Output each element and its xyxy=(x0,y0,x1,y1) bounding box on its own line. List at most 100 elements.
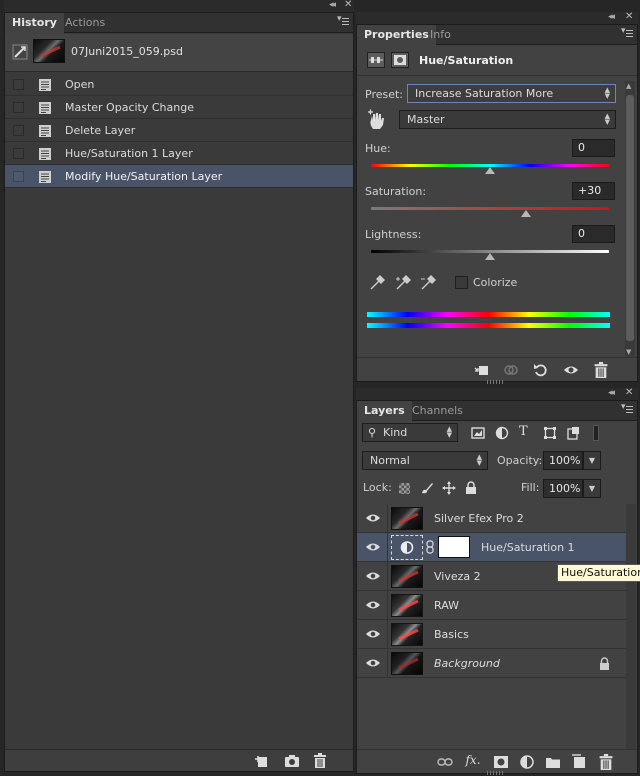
filter-pixel-layers-icon[interactable] xyxy=(471,426,485,440)
history-source-checkbox[interactable] xyxy=(13,79,24,90)
opacity-input[interactable]: 100% xyxy=(543,451,583,470)
adjustment-layer-icon[interactable] xyxy=(391,535,423,560)
new-document-from-state-icon[interactable] xyxy=(254,754,270,768)
add-layer-mask-icon[interactable] xyxy=(493,754,509,770)
scroll-up-icon[interactable]: ▲ xyxy=(626,82,631,90)
panel-menu-icon[interactable] xyxy=(337,14,349,27)
history-source-checkbox[interactable] xyxy=(13,171,24,182)
collapse-panel-icon[interactable]: ◂◂ xyxy=(608,388,615,398)
opacity-dropdown-icon[interactable]: ▼ xyxy=(583,451,601,470)
scroll-thumb[interactable] xyxy=(626,95,634,341)
layer-visibility-eye-icon[interactable] xyxy=(365,570,381,582)
layer-name[interactable]: RAW xyxy=(434,599,459,612)
collapse-panel-icon[interactable]: ◂◂ xyxy=(608,12,615,22)
layer-row[interactable]: Silver Efex Pro 2 xyxy=(357,504,627,533)
eyedropper-icon[interactable] xyxy=(369,275,385,291)
hue-value-input[interactable]: 0 xyxy=(572,139,615,157)
saturation-value-input[interactable]: +30 xyxy=(572,182,615,200)
lock-image-pixels-brush-icon[interactable] xyxy=(420,481,434,495)
history-snapshot[interactable]: 07Juni2015_059.psd xyxy=(5,34,353,72)
lock-position-move-icon[interactable] xyxy=(442,481,456,495)
reset-adjustment-icon[interactable] xyxy=(533,362,549,378)
layer-visibility-eye-icon[interactable] xyxy=(365,628,381,640)
eyedropper-plus-icon[interactable] xyxy=(395,275,411,291)
clip-to-layer-icon[interactable] xyxy=(473,362,489,378)
layer-row-selected[interactable]: Hue/Saturation 1 xyxy=(357,533,627,562)
layer-name[interactable]: Basics xyxy=(434,628,469,641)
channel-select[interactable]: Master ▲ ▼ xyxy=(399,110,616,129)
trash-icon[interactable] xyxy=(313,753,327,768)
history-step[interactable]: Open xyxy=(5,73,353,96)
history-source-checkbox[interactable] xyxy=(13,148,24,159)
filter-shape-layers-icon[interactable] xyxy=(543,426,557,440)
properties-scrollbar[interactable]: ▲ ▼ xyxy=(625,81,635,357)
colorize-checkbox[interactable] xyxy=(455,276,468,289)
layer-styles-fx-icon[interactable]: fx. xyxy=(465,753,481,769)
panel-menu-icon[interactable] xyxy=(621,26,633,39)
history-source-checkbox[interactable] xyxy=(13,102,24,113)
tab-channels[interactable]: Channels xyxy=(405,401,470,421)
preset-select[interactable]: Increase Saturation More ▲ ▼ xyxy=(407,84,616,103)
lock-all-icon[interactable] xyxy=(465,481,477,495)
panel-menu-icon[interactable] xyxy=(621,402,633,415)
saturation-slider-thumb[interactable] xyxy=(520,210,531,217)
mask-link-chain-icon[interactable] xyxy=(426,540,434,554)
fill-dropdown-icon[interactable]: ▼ xyxy=(583,479,601,498)
close-panel-icon[interactable]: ✕ xyxy=(344,0,352,10)
tab-actions[interactable]: Actions xyxy=(58,13,112,33)
filter-smart-objects-icon[interactable] xyxy=(566,426,580,440)
layer-name[interactable]: Silver Efex Pro 2 xyxy=(434,512,524,525)
targeted-adjustment-hand-icon[interactable] xyxy=(367,109,387,131)
toggle-visibility-eye-icon[interactable] xyxy=(563,362,579,378)
layer-visibility-eye-icon[interactable] xyxy=(365,599,381,611)
history-step[interactable]: Delete Layer xyxy=(5,119,353,142)
close-panel-icon[interactable]: ✕ xyxy=(625,387,633,398)
layer-filter-select[interactable]: ⚲ Kind ▲ ▼ xyxy=(362,423,458,442)
scroll-down-icon[interactable]: ▼ xyxy=(626,348,631,356)
properties-resize-grip[interactable] xyxy=(487,380,505,384)
layer-row[interactable]: Background xyxy=(357,649,627,678)
history-brush-icon[interactable] xyxy=(12,44,28,60)
blend-mode-select[interactable]: Normal ▲ ▼ xyxy=(362,451,488,470)
history-step[interactable]: Hue/Saturation 1 Layer xyxy=(5,142,353,165)
tab-info[interactable]: Info xyxy=(423,25,458,45)
filter-adjustment-layers-icon[interactable] xyxy=(495,426,509,440)
adjustment-properties-icon[interactable] xyxy=(367,52,385,68)
history-step-selected[interactable]: Modify Hue/Saturation Layer xyxy=(5,165,353,188)
layer-mask-thumbnail[interactable] xyxy=(438,536,470,558)
link-layers-icon[interactable] xyxy=(437,754,453,770)
history-source-checkbox[interactable] xyxy=(13,125,24,136)
view-previous-state-icon[interactable] xyxy=(503,362,519,378)
layer-name[interactable]: Background xyxy=(434,657,500,670)
collapse-panel-icon[interactable]: ◂◂ xyxy=(329,0,336,10)
layer-visibility-eye-icon[interactable] xyxy=(365,512,381,524)
layer-row[interactable]: RAW xyxy=(357,591,627,620)
layer-visibility-eye-icon[interactable] xyxy=(365,657,381,669)
layer-name[interactable]: Hue/Saturation 1 xyxy=(481,541,575,554)
history-step[interactable]: Master Opacity Change xyxy=(5,96,353,119)
filter-type-layers-icon[interactable]: T xyxy=(519,424,533,439)
tab-history[interactable]: History xyxy=(5,13,64,34)
camera-icon[interactable] xyxy=(284,754,300,768)
layer-row[interactable]: Basics xyxy=(357,620,627,649)
filter-toggle-switch[interactable] xyxy=(593,425,599,441)
trash-icon[interactable] xyxy=(598,754,614,770)
hue-slider-thumb[interactable] xyxy=(485,167,495,174)
layers-scrollbar[interactable] xyxy=(626,504,636,754)
lightness-slider-thumb[interactable] xyxy=(485,253,495,260)
tab-layers[interactable]: Layers xyxy=(357,401,412,422)
layer-name[interactable]: Viveza 2 xyxy=(434,570,481,583)
eyedropper-minus-icon[interactable] xyxy=(420,275,436,291)
lock-transparent-pixels-icon[interactable] xyxy=(399,483,410,494)
mask-properties-icon[interactable] xyxy=(391,52,409,68)
saturation-slider-track[interactable] xyxy=(371,207,609,210)
new-layer-icon[interactable] xyxy=(571,754,587,770)
fill-input[interactable]: 100% xyxy=(543,479,583,498)
new-group-folder-icon[interactable] xyxy=(545,754,561,770)
close-panel-icon[interactable]: ✕ xyxy=(625,11,633,22)
new-adjustment-layer-icon[interactable] xyxy=(519,754,535,770)
lightness-value-input[interactable]: 0 xyxy=(572,225,615,243)
layers-resize-grip[interactable] xyxy=(487,771,505,775)
layer-visibility-eye-icon[interactable] xyxy=(365,541,381,553)
trash-icon[interactable] xyxy=(593,362,609,378)
